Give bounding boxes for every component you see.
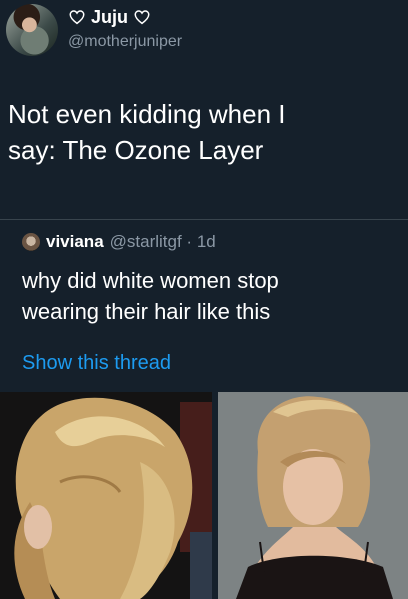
- quoted-tweet-header: viviana @starlitgf · 1d: [22, 232, 216, 252]
- quoted-tweet-card[interactable]: viviana @starlitgf · 1d why did white wo…: [0, 219, 408, 599]
- quoted-text-line: wearing their hair like this: [22, 299, 271, 324]
- quoted-tweet-text: why did white women stop wearing their h…: [22, 265, 392, 327]
- show-thread-link[interactable]: Show this thread: [22, 352, 171, 375]
- heart-outline-icon: [134, 10, 150, 25]
- tweet-text-line: say: The Ozone Layer: [8, 135, 264, 165]
- tweet-header: Juju @motherjuniper: [0, 0, 408, 62]
- hairstyle-photo-left[interactable]: [0, 392, 212, 599]
- heart-outline-icon: [69, 10, 85, 25]
- quoted-avatar[interactable]: [22, 233, 40, 251]
- quoted-text-line: why did white women stop: [22, 268, 279, 293]
- media-grid: [0, 392, 408, 599]
- tweet-text-line: Not even kidding when I: [8, 99, 286, 129]
- hairstyle-photo-right-art: [218, 392, 408, 599]
- hairstyle-photo-right[interactable]: [218, 392, 408, 599]
- tweet-text: Not even kidding when I say: The Ozone L…: [8, 96, 400, 168]
- user-handle[interactable]: @motherjuniper: [68, 33, 182, 51]
- avatar[interactable]: [6, 4, 58, 56]
- quoted-display-name[interactable]: viviana: [46, 232, 104, 252]
- quoted-handle-time: @starlitgf · 1d: [109, 232, 216, 251]
- hairstyle-photo-left-art: [0, 392, 212, 599]
- display-name: Juju: [91, 6, 129, 27]
- display-name-row[interactable]: Juju: [68, 6, 151, 28]
